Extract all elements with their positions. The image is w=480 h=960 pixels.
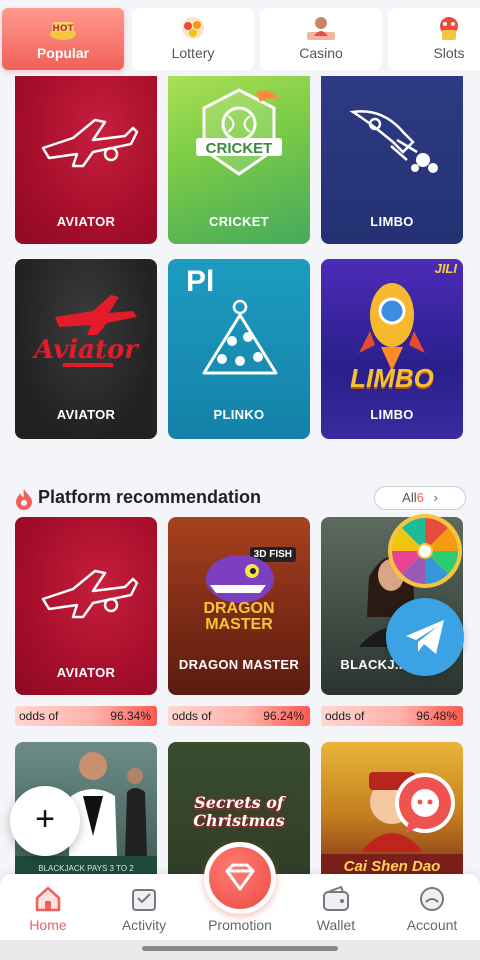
game-tile-label: DRAGON MASTER	[178, 657, 300, 672]
slots-icon	[440, 17, 458, 40]
nav-home[interactable]: Home	[0, 884, 96, 933]
tab-casino-label: Casino	[299, 45, 343, 61]
nav-home-label: Home	[29, 917, 67, 933]
odds-bar: odds of 96.48%	[321, 706, 463, 726]
home-icon	[35, 886, 61, 912]
platform-tile-aviator[interactable]: AVIATOR	[15, 517, 157, 695]
platform-tile-dragon-master[interactable]: 3D FISH DRAGON MASTER DRAGON MASTER	[168, 517, 310, 695]
plinko-icon	[202, 299, 278, 375]
game-tile-label: AVIATOR	[56, 214, 116, 229]
chevron-right-icon: ›	[433, 490, 438, 505]
odds-label: odds of	[19, 709, 59, 723]
tab-lottery-label: Lottery	[171, 45, 215, 61]
game-tile-limbo-2[interactable]: JILI LIMBO LIMBO	[321, 259, 463, 439]
nav-account[interactable]: Account	[384, 884, 480, 933]
nav-wallet[interactable]: Wallet	[288, 884, 384, 933]
home-indicator[interactable]	[142, 946, 338, 951]
dragon-art-text: DRAGON MASTER	[203, 600, 275, 633]
christmas-art-text: Secrets of Christmas	[193, 793, 285, 830]
nav-activity-label: Activity	[121, 917, 167, 933]
tab-popular[interactable]: HOT Popular	[2, 8, 124, 70]
game-tile-label: AVIATOR	[56, 407, 116, 422]
odds-value: 96.48%	[416, 709, 457, 723]
nav-account-label: Account	[406, 917, 458, 933]
nav-activity[interactable]: Activity	[96, 884, 192, 933]
odds-label: odds of	[172, 709, 212, 723]
tab-slots[interactable]: Slots	[388, 8, 480, 70]
tab-slots-label: Slots	[433, 45, 465, 61]
telegram-icon	[406, 620, 444, 654]
lottery-icon	[182, 17, 204, 39]
cricket-icon	[196, 88, 282, 176]
category-tabs: HOT Popular Lottery Casino Slots	[0, 0, 480, 76]
lucky-wheel-icon[interactable]	[386, 512, 464, 590]
dragon-icon	[206, 555, 274, 603]
aviator-art-text: Aviator	[34, 335, 138, 365]
plus-icon: +	[35, 800, 55, 838]
flame-icon	[16, 489, 32, 510]
diamond-icon	[225, 863, 255, 891]
promotion-center-button[interactable]	[204, 842, 276, 914]
activity-icon	[132, 889, 156, 911]
rocket-icon	[349, 110, 438, 173]
odds-value: 96.24%	[263, 709, 304, 723]
tab-popular-label: Popular	[36, 45, 90, 61]
cricket-art-text: CRICKET	[205, 140, 273, 157]
add-button[interactable]: +	[10, 786, 80, 856]
limbo-art-text: LIMBO	[350, 363, 434, 393]
view-all-count: 6	[416, 490, 424, 505]
game-tile-aviator[interactable]: AVIATOR	[15, 58, 157, 244]
game-tile-cricket[interactable]: CRICKET CRICKET	[168, 58, 310, 244]
jili-badge: JILI	[434, 261, 457, 276]
game-tile-limbo[interactable]: LIMBO	[321, 58, 463, 244]
game-tile-label: CRICKET	[209, 214, 269, 229]
game-tile-label: LIMBO	[370, 407, 414, 422]
platform-recommendation-header: Platform recommendation All6 ›	[14, 484, 466, 512]
odds-bar: odds of 96.34%	[15, 706, 157, 726]
tab-lottery[interactable]: Lottery	[132, 8, 254, 70]
chat-support-icon[interactable]	[390, 770, 460, 840]
limbo-rocket-icon	[359, 283, 425, 371]
tab-casino[interactable]: Casino	[260, 8, 382, 70]
svg-text:HOT: HOT	[52, 24, 74, 34]
odds-value: 96.34%	[110, 709, 151, 723]
game-tile-aviator-2[interactable]: Aviator AVIATOR	[15, 259, 157, 439]
game-tile-label: PLINKO	[213, 407, 265, 422]
plinko-art-text: Pl	[186, 265, 215, 298]
popular-icon: HOT	[50, 22, 76, 40]
game-tile-label: AVIATOR	[56, 665, 116, 680]
app-screen: HOT Popular Lottery Casino Slots AVIATOR…	[0, 0, 480, 960]
plane-icon	[41, 569, 139, 619]
odds-bar: odds of 96.24%	[168, 706, 310, 726]
wallet-icon	[323, 885, 349, 911]
nav-promotion-label: Promotion	[208, 917, 272, 933]
odds-label: odds of	[325, 709, 365, 723]
nav-wallet-label: Wallet	[316, 917, 356, 933]
view-all-button[interactable]: All6 ›	[374, 486, 466, 510]
game-tile-plinko[interactable]: Pl PLINKO	[168, 259, 310, 439]
telegram-button[interactable]	[386, 598, 464, 676]
account-icon	[420, 887, 444, 911]
casino-icon	[307, 17, 335, 40]
game-tile-label: LIMBO	[370, 214, 414, 229]
view-all-label: All	[402, 490, 417, 505]
section-title: Platform recommendation	[38, 487, 262, 507]
plane-icon	[41, 118, 139, 168]
